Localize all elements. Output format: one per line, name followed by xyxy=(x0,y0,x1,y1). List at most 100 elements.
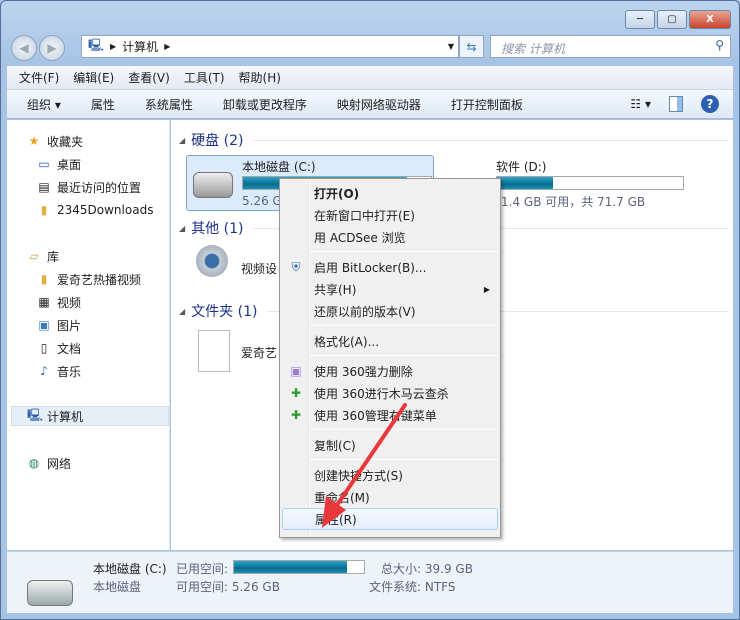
drive-icon xyxy=(193,172,233,198)
menu-file[interactable]: 文件(F) xyxy=(19,69,59,86)
navigation-pane: ★ 收藏夹 ▭ 桌面 ▤ 最近访问的位置 ▮ 2345Downloads ▱ 库 ▮ 爱奇艺… xyxy=(7,120,170,550)
status-drive-name: 本地磁盘 (C:) xyxy=(93,562,167,576)
sidebar-music[interactable]: ♪ 音乐 xyxy=(37,361,81,381)
menu-item-label: 还原以前的版本(V) xyxy=(314,304,416,319)
organize-button[interactable]: 组织 ▾ xyxy=(27,96,61,113)
forward-button[interactable]: ▶ xyxy=(39,35,65,61)
context-menu-item[interactable]: ⛨ 启用 BitLocker(B)... xyxy=(282,256,498,278)
minimize-button[interactable]: ─ xyxy=(625,10,655,29)
sidebar-libraries[interactable]: ▱ 库 xyxy=(27,246,59,266)
shield-icon: ⛨ xyxy=(291,260,301,274)
close-button[interactable]: X xyxy=(689,10,731,29)
submenu-arrow-icon: ▶ xyxy=(483,284,490,294)
breadcrumb-arrow-icon[interactable]: ▶ xyxy=(164,42,170,51)
address-bar[interactable]: 🖳 ▶ 计算机 ▶ ▼ xyxy=(81,35,459,58)
menu-item-label: 共享(H) xyxy=(314,282,357,297)
360-menu-icon: ✚ xyxy=(290,408,302,422)
view-options-icon[interactable]: ☷ ▾ xyxy=(630,97,651,111)
refresh-button[interactable]: ⇆ xyxy=(459,35,484,58)
context-menu-item[interactable]: ✚ 使用 360进行木马云查杀 xyxy=(282,382,498,404)
search-input[interactable]: 搜索 计算机 ⚲ xyxy=(490,35,731,58)
context-menu-item[interactable]: 格式化(A)... xyxy=(282,330,498,352)
sidebar-recent[interactable]: ▤ 最近访问的位置 xyxy=(37,177,141,197)
search-placeholder: 搜索 计算机 xyxy=(501,42,565,56)
computer-icon: 🖳 xyxy=(27,407,44,422)
context-menu-item[interactable]: 用 ACDSee 浏览 xyxy=(282,226,498,248)
context-menu-item[interactable]: 创建快捷方式(S) xyxy=(282,464,498,486)
label: 文档 xyxy=(57,341,82,356)
file-icon xyxy=(198,330,230,372)
star-icon: ★ xyxy=(28,134,40,148)
context-menu: 打开(O) 在新窗口中打开(E) 用 ACDSee 浏览 ⛨ 启用 BitLocker(… xyxy=(279,178,501,538)
search-icon[interactable]: ⚲ xyxy=(715,38,724,52)
control-panel-button[interactable]: 打开控制面板 xyxy=(451,96,523,113)
back-button[interactable]: ◀ xyxy=(11,35,37,61)
menu-tools[interactable]: 工具(T) xyxy=(184,69,225,86)
menu-help[interactable]: 帮助(H) xyxy=(239,69,281,86)
group-header-hdd[interactable]: ◢ 硬盘 (2) xyxy=(179,130,729,150)
context-menu-item[interactable]: 重命名(M) xyxy=(282,486,498,508)
item-label: 视频设 xyxy=(241,262,278,276)
sidebar-pictures[interactable]: ▣ 图片 xyxy=(37,315,81,335)
menu-separator xyxy=(310,459,498,460)
folder-icon: ▮ xyxy=(40,203,48,217)
menu-item-label: 重命名(M) xyxy=(314,490,370,505)
details-pane: 本地磁盘 (C:) 本地磁盘 已用空间: 可用空间: 5.26 GB 总大小: … xyxy=(7,551,733,613)
command-bar: 组织 ▾ 属性 系统属性 卸载或更改程序 映射网络驱动器 打开控制面板 ☷ ▾ … xyxy=(7,90,733,119)
context-menu-item[interactable]: 共享(H) ▶ xyxy=(282,278,498,300)
maximize-button[interactable]: ▢ xyxy=(657,10,687,29)
sidebar-computer[interactable]: 🖳 计算机 xyxy=(11,406,169,426)
label: 收藏夹 xyxy=(47,134,84,149)
menu-item-label: 打开(O) xyxy=(314,186,360,201)
context-menu-item[interactable]: ✚ 使用 360管理右键菜单 xyxy=(282,404,498,426)
drive-free: 5.26 G xyxy=(242,194,282,208)
context-menu-item[interactable]: 在新窗口中打开(E) xyxy=(282,204,498,226)
desktop-icon: ▭ xyxy=(38,157,50,171)
context-menu-item[interactable]: 还原以前的版本(V) xyxy=(282,300,498,322)
status-usage-bar xyxy=(233,560,365,574)
label: 库 xyxy=(47,249,60,264)
menu-item-label: 启用 BitLocker(B)... xyxy=(314,260,427,275)
sidebar-downloads[interactable]: ▮ 2345Downloads xyxy=(37,200,154,220)
sidebar-iqiyi[interactable]: ▮ 爱奇艺热播视频 xyxy=(37,269,141,289)
preview-pane-icon[interactable] xyxy=(669,96,683,112)
menu-view[interactable]: 查看(V) xyxy=(128,69,170,86)
computer-icon: 🖳 xyxy=(88,38,105,52)
sidebar-desktop[interactable]: ▭ 桌面 xyxy=(37,154,81,174)
help-icon[interactable]: ? xyxy=(701,95,719,113)
status-used-label: 已用空间: xyxy=(176,562,229,576)
webcam-icon xyxy=(196,245,228,277)
label: 音乐 xyxy=(57,364,82,379)
360-scan-icon: ✚ xyxy=(290,386,302,400)
chevron-down-icon[interactable]: ▼ xyxy=(448,42,454,51)
context-menu-item[interactable]: ▣ 使用 360强力删除 xyxy=(282,360,498,382)
menu-item-label: 复制(C) xyxy=(314,438,356,453)
sidebar-favorites[interactable]: ★ 收藏夹 xyxy=(27,131,83,151)
breadcrumb-computer[interactable]: 计算机 xyxy=(122,38,158,55)
menu-edit[interactable]: 编辑(E) xyxy=(73,69,114,86)
context-menu-item[interactable]: 属性(R) xyxy=(282,508,498,530)
system-properties-button[interactable]: 系统属性 xyxy=(145,96,193,113)
menu-separator xyxy=(310,429,498,430)
menu-item-label: 创建快捷方式(S) xyxy=(314,468,403,483)
context-menu-item[interactable]: 复制(C) xyxy=(282,434,498,456)
label: 2345Downloads xyxy=(57,203,154,217)
sidebar-documents[interactable]: ▯ 文档 xyxy=(37,338,81,358)
context-menu-item[interactable]: 打开(O) xyxy=(282,182,498,204)
properties-button[interactable]: 属性 xyxy=(91,96,115,113)
uninstall-button[interactable]: 卸载或更改程序 xyxy=(223,96,307,113)
menu-separator xyxy=(310,251,498,252)
menu-item-label: 用 ACDSee 浏览 xyxy=(314,230,406,245)
label: 最近访问的位置 xyxy=(57,180,142,195)
menu-item-label: 格式化(A)... xyxy=(314,334,380,349)
label: 计算机 xyxy=(47,409,84,424)
menu-item-label: 属性(R) xyxy=(315,512,357,527)
menu-separator xyxy=(310,325,498,326)
label: 视频 xyxy=(57,295,82,310)
breadcrumb-arrow-icon[interactable]: ▶ xyxy=(110,42,116,51)
map-drive-button[interactable]: 映射网络驱动器 xyxy=(337,96,421,113)
label: 爱奇艺热播视频 xyxy=(57,272,142,287)
sidebar-network[interactable]: ◍ 网络 xyxy=(27,453,71,473)
music-icon: ♪ xyxy=(40,364,48,378)
sidebar-videos[interactable]: ▦ 视频 xyxy=(37,292,81,312)
